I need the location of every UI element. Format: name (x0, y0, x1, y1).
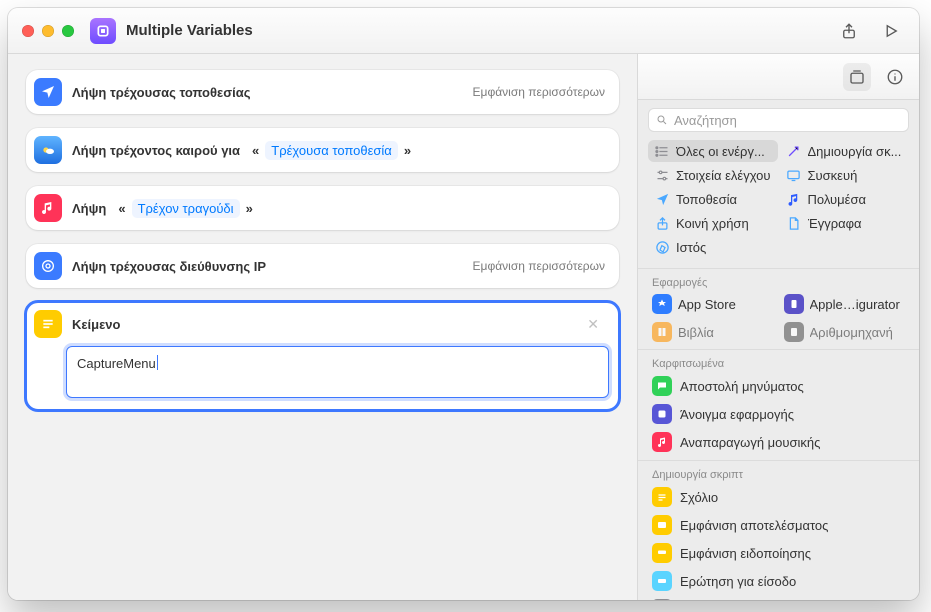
category-sharing[interactable]: Κοινή χρήση (648, 212, 778, 234)
library-toggle-button[interactable] (843, 63, 871, 91)
section-apps-title: Εφαρμογές (638, 268, 919, 291)
action-get-current-location[interactable]: Λήψη τρέχουσας τοποθεσίας Εμφάνιση περισ… (26, 70, 619, 114)
ask-for-input-icon (652, 571, 672, 591)
category-location[interactable]: Τοποθεσία (648, 188, 778, 210)
action-title: Κείμενο (72, 317, 120, 332)
show-more-button[interactable]: Εμφάνιση περισσότερων (473, 85, 605, 99)
action-title: Λήψη τρέχουσας τοποθεσίας (72, 85, 250, 100)
shortcut-app-icon (90, 18, 116, 44)
run-button[interactable] (877, 17, 905, 45)
library-sidebar: Αναζήτηση Όλες οι ενέργ... Δημιουργία σκ… (637, 54, 919, 600)
variable-token-song[interactable]: Τρέχον τραγούδι (132, 199, 240, 218)
play-music-icon (652, 432, 672, 452)
category-all-actions[interactable]: Όλες οι ενέργ... (648, 140, 778, 162)
list-item[interactable]: Εμφάνιση ειδοποίησης (638, 539, 919, 567)
text-input[interactable]: CaptureMenu (66, 346, 609, 398)
network-icon (34, 252, 62, 280)
list-item[interactable]: Σχόλιο (638, 483, 919, 511)
app-item[interactable]: Apple…igurator (780, 291, 910, 317)
app-item[interactable]: Βιβλία (648, 319, 778, 345)
comment-icon (652, 487, 672, 507)
category-web[interactable]: Ιστός (648, 236, 778, 258)
share-icon (654, 215, 670, 231)
search-input[interactable]: Αναζήτηση (648, 108, 909, 132)
action-title: Λήψη (72, 201, 106, 216)
category-device[interactable]: Συσκευή (780, 164, 910, 186)
action-list[interactable]: Εφαρμογές App Store Apple…igurator (638, 264, 919, 600)
caret-icon (157, 355, 158, 370)
show-more-button[interactable]: Εμφάνιση περισσότερων (473, 259, 605, 273)
list-item[interactable]: # Πλήθος (638, 595, 919, 600)
app-store-icon (652, 294, 672, 314)
app-window: Multiple Variables Λήψη τρέχουσας τοποθε… (8, 8, 919, 600)
list-item[interactable]: Άνοιγμα εφαρμογής (638, 400, 919, 428)
open-app-icon (652, 404, 672, 424)
music-note-icon (786, 191, 802, 207)
safari-icon (654, 239, 670, 255)
category-media[interactable]: Πολυμέσα (780, 188, 910, 210)
action-get-current-ip[interactable]: Λήψη τρέχουσας διεύθυνσης IP Εμφάνιση πε… (26, 244, 619, 288)
calculator-icon (784, 322, 804, 342)
list-item[interactable]: Αποστολή μηνύματος (638, 372, 919, 400)
text-input-value: CaptureMenu (77, 356, 156, 371)
section-pinned-title: Καρφιτσωμένα (638, 349, 919, 372)
list-item[interactable]: Αναπαραγωγή μουσικής (638, 428, 919, 456)
list-item[interactable]: Εμφάνιση αποτελέσματος (638, 511, 919, 539)
show-notification-icon (652, 543, 672, 563)
app-item[interactable]: Αριθμομηχανή (780, 319, 910, 345)
category-scripting[interactable]: Δημιουργία σκ... (780, 140, 910, 162)
action-text[interactable]: Κείμενο ✕ CaptureMenu (26, 302, 619, 410)
remove-action-button[interactable]: ✕ (583, 313, 603, 335)
action-title: Λήψη τρέχουσας διεύθυνσης IP (72, 259, 266, 274)
music-note-icon (34, 194, 62, 222)
share-button[interactable] (835, 17, 863, 45)
wand-icon (786, 143, 802, 159)
show-result-icon (652, 515, 672, 535)
text-lines-icon (34, 310, 62, 338)
search-placeholder: Αναζήτηση (674, 113, 737, 128)
window-controls (22, 25, 74, 37)
zoom-window-button[interactable] (62, 25, 74, 37)
window-title: Multiple Variables (126, 22, 835, 39)
messages-icon (652, 376, 672, 396)
action-get-current-song[interactable]: Λήψη « Τρέχον τραγούδι » (26, 186, 619, 230)
location-arrow-icon (34, 78, 62, 106)
titlebar: Multiple Variables (8, 8, 919, 54)
workflow-area[interactable]: Λήψη τρέχουσας τοποθεσίας Εμφάνιση περισ… (8, 54, 637, 600)
category-documents[interactable]: Έγγραφα (780, 212, 910, 234)
configurator-icon (784, 294, 804, 314)
category-grid: Όλες οι ενέργ... Δημιουργία σκ... Στοιχε… (638, 140, 919, 264)
weather-icon (34, 136, 62, 164)
list-icon (654, 143, 670, 159)
action-title: Λήψη τρέχοντος καιρού για (72, 143, 240, 158)
document-icon (786, 215, 802, 231)
close-window-button[interactable] (22, 25, 34, 37)
action-get-current-weather[interactable]: Λήψη τρέχοντος καιρού για « Τρέχουσα τοπ… (26, 128, 619, 172)
section-script-title: Δημιουργία σκριπτ (638, 460, 919, 483)
info-button[interactable] (881, 63, 909, 91)
books-icon (652, 322, 672, 342)
display-icon (786, 167, 802, 183)
list-item[interactable]: Ερώτηση για είσοδο (638, 567, 919, 595)
sliders-icon (654, 167, 670, 183)
category-controls[interactable]: Στοιχεία ελέγχου (648, 164, 778, 186)
minimize-window-button[interactable] (42, 25, 54, 37)
nav-icon (654, 191, 670, 207)
variable-token-location[interactable]: Τρέχουσα τοποθεσία (265, 141, 398, 160)
app-item[interactable]: App Store (648, 291, 778, 317)
count-icon: # (652, 599, 672, 600)
